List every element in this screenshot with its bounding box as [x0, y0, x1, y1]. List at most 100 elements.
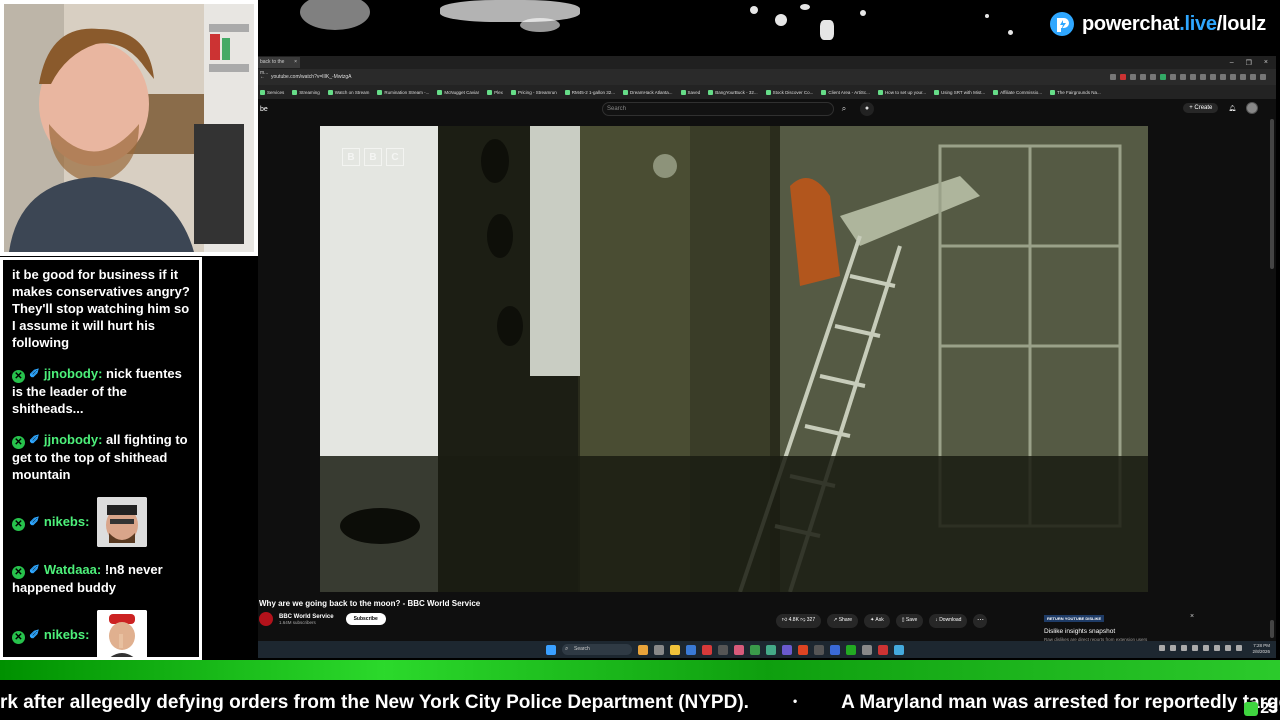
tray-icon[interactable] — [1181, 645, 1187, 651]
windows-start-icon[interactable] — [546, 644, 556, 655]
chat-username[interactable]: nikebs: — [44, 627, 90, 642]
scrollbar[interactable] — [1270, 119, 1274, 269]
bookmark[interactable]: Affiliate Commissio... — [993, 89, 1042, 95]
app-icon[interactable] — [766, 644, 776, 655]
x-circle-icon: ✕ — [12, 436, 25, 449]
channel-avatar[interactable] — [259, 612, 273, 626]
tray-icon[interactable] — [1214, 645, 1220, 651]
browser-tab[interactable]: back to the m... × — [258, 57, 300, 76]
taskbar-clock[interactable]: 7:28 PM 2/8/2026 — [1252, 643, 1270, 655]
search-input[interactable]: Search — [602, 102, 834, 116]
tray-icon[interactable] — [1203, 645, 1209, 651]
close-icon[interactable]: × — [1190, 613, 1194, 620]
chat-username[interactable]: nikebs: — [44, 514, 90, 529]
share-icon: ↗ — [833, 617, 838, 623]
app-icon[interactable] — [718, 644, 728, 655]
extension-icon[interactable] — [1210, 74, 1216, 80]
ask-button[interactable]: ✦ Ask — [864, 614, 890, 628]
bookmark[interactable]: Pricing - Streamrun — [510, 89, 557, 95]
bell-icon[interactable]: 🔔︎ — [1228, 105, 1236, 112]
more-options-icon[interactable]: ⋯ — [973, 614, 988, 628]
bookmark[interactable]: Client Area - ArtiSc... — [821, 89, 870, 95]
app-icon[interactable] — [894, 644, 904, 655]
chat-username[interactable]: jjnobody: — [44, 432, 103, 447]
app-icon[interactable] — [798, 644, 808, 655]
bookmark[interactable]: Using SRT with Mist... — [933, 89, 985, 95]
extension-icon[interactable] — [1260, 74, 1266, 80]
app-icon[interactable] — [878, 644, 888, 655]
app-icon[interactable] — [814, 644, 824, 655]
bookmark[interactable]: DreamHack Atlanta... — [622, 89, 673, 95]
bookmark[interactable]: BangYourBuck - 32... — [708, 89, 758, 95]
extension-icon[interactable] — [1150, 74, 1156, 80]
bookmark[interactable]: Stock Discover Co... — [765, 89, 813, 95]
like-button[interactable]: 👍︎ 4.8K 👎︎ 327 — [776, 614, 822, 628]
bookmark[interactable]: Streaming — [292, 89, 320, 95]
bookmark[interactable]: Plex — [487, 89, 503, 95]
extension-icon[interactable] — [1120, 74, 1126, 80]
video-player[interactable]: BBC — [320, 126, 1148, 592]
tray-icon[interactable] — [1192, 645, 1198, 651]
wrench-icon: ✐ — [29, 627, 40, 642]
extension-icon[interactable] — [1190, 74, 1196, 80]
taskbar-search[interactable]: Search — [562, 644, 632, 655]
powerchat-viewer-icon — [1244, 702, 1259, 716]
avatar[interactable] — [1246, 102, 1258, 114]
search-icon[interactable]: ⌕ — [834, 102, 854, 116]
tray-icon[interactable] — [1170, 645, 1176, 651]
tray-icon[interactable] — [1159, 645, 1165, 651]
xbox-icon[interactable] — [846, 644, 856, 655]
youtube-logo[interactable]: be — [258, 106, 268, 113]
extension-icon[interactable] — [1140, 74, 1146, 80]
bookmark[interactable]: How to set up your... — [877, 89, 926, 95]
channel-name[interactable]: BBC World Service — [279, 614, 334, 620]
extension-icon[interactable] — [1230, 74, 1236, 80]
extension-icon[interactable] — [1170, 74, 1176, 80]
bookmark[interactable]: RM45-2 1-gallon 32... — [564, 89, 615, 95]
chat-message: ✕ ✐ jjnobody: all fighting to get to the t… — [12, 431, 191, 483]
save-button[interactable]: ▯ Save — [895, 614, 924, 628]
extension-icon[interactable] — [1240, 74, 1246, 80]
create-button[interactable]: + Create — [1183, 103, 1219, 113]
extension-icon[interactable] — [1220, 74, 1226, 80]
chrome-icon[interactable] — [750, 644, 760, 655]
bookmark[interactable]: Saved — [680, 89, 700, 95]
app-icon[interactable] — [782, 644, 792, 655]
subscribe-button[interactable]: Subscribe — [345, 613, 386, 625]
microphone-icon[interactable]: ● — [860, 102, 874, 116]
url-field[interactable]: youtube.com/watch?v=lIlK_-MwtzgA — [271, 74, 351, 80]
restore-icon[interactable]: ❐ — [1246, 59, 1252, 67]
extension-icon[interactable] — [1110, 74, 1116, 80]
extension-icon[interactable] — [1200, 74, 1206, 80]
minimize-icon[interactable]: – — [1230, 59, 1234, 67]
file-explorer-icon[interactable] — [670, 644, 680, 655]
download-button[interactable]: ↓ Download — [929, 614, 968, 628]
extension-icon[interactable] — [1250, 74, 1256, 80]
extension-icon[interactable] — [1160, 74, 1166, 80]
news-ticker: rk after allegedly defying orders from t… — [0, 660, 1280, 720]
app-icon[interactable] — [862, 644, 872, 655]
app-icon[interactable] — [734, 644, 744, 655]
bookmark[interactable]: Services — [260, 89, 284, 95]
app-icon[interactable] — [686, 644, 696, 655]
widgets-icon[interactable] — [638, 644, 648, 655]
share-button[interactable]: ↗ Share — [827, 614, 859, 628]
close-window-icon[interactable]: × — [1264, 59, 1268, 67]
stream-overlay: powerchat.live/loulz it be good for busi… — [0, 0, 1280, 720]
extension-icon[interactable] — [1180, 74, 1186, 80]
tray-icon[interactable] — [1236, 645, 1242, 651]
chat-username[interactable]: jjnobody: — [44, 366, 103, 381]
bookmark[interactable]: McNugget Caviar — [437, 89, 479, 95]
app-icon[interactable] — [830, 644, 840, 655]
back-icon[interactable]: ← — [260, 74, 265, 80]
app-icon[interactable] — [702, 644, 712, 655]
extension-icon[interactable] — [1130, 74, 1136, 80]
tray-icon[interactable] — [1225, 645, 1231, 651]
close-tab-icon[interactable]: × — [294, 57, 297, 68]
scrollbar[interactable] — [1270, 620, 1274, 638]
bookmark[interactable]: Rumination Stream -... — [377, 89, 429, 95]
chat-username[interactable]: Watdaaa: — [44, 562, 101, 577]
bookmark[interactable]: Watch on Stream — [327, 89, 369, 95]
bookmark[interactable]: The Fairgrounds Na... — [1050, 89, 1101, 95]
task-view-icon[interactable] — [654, 644, 664, 655]
